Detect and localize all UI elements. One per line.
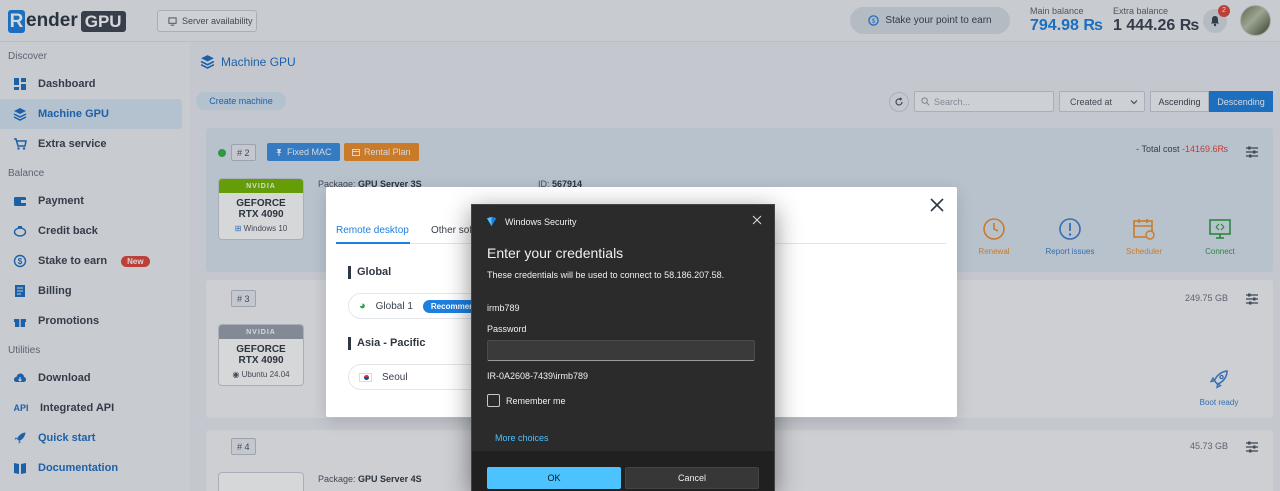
ok-button[interactable]: OK bbox=[487, 467, 621, 489]
tab-other-software[interactable]: Other sof bbox=[431, 225, 472, 236]
korea-flag-icon bbox=[359, 372, 372, 382]
remember-me-label: Remember me bbox=[506, 395, 566, 406]
windows-security-dialog: Windows Security Enter your credentials … bbox=[471, 204, 775, 491]
dialog-subtitle: These credentials will be used to connec… bbox=[487, 270, 725, 280]
dialog-titlebar: Windows Security bbox=[486, 216, 577, 227]
password-label: Password bbox=[487, 324, 527, 334]
dialog-title: Windows Security bbox=[505, 216, 577, 227]
region-global-title: Global bbox=[348, 266, 391, 279]
tab-remote-desktop[interactable]: Remote desktop bbox=[336, 225, 409, 236]
server-name: Global 1 bbox=[375, 300, 413, 312]
password-input[interactable] bbox=[487, 340, 755, 361]
domain-user-text: IR-0A2608-7439\irmb789 bbox=[487, 371, 589, 381]
cancel-button[interactable]: Cancel bbox=[625, 467, 759, 489]
more-choices-link[interactable]: More choices bbox=[495, 433, 549, 443]
dialog-footer: OK Cancel bbox=[472, 451, 774, 491]
server-name: Seoul bbox=[382, 371, 408, 383]
close-icon[interactable] bbox=[752, 215, 762, 225]
globe-icon: ◕ bbox=[359, 300, 366, 312]
username-text: irmb789 bbox=[487, 303, 520, 313]
remember-me-checkbox[interactable] bbox=[487, 394, 500, 407]
shield-icon bbox=[486, 216, 497, 227]
region-asia-title: Asia - Pacific bbox=[348, 337, 425, 350]
tab-underline bbox=[336, 242, 410, 244]
dialog-heading: Enter your credentials bbox=[487, 245, 624, 261]
remember-me-row[interactable]: Remember me bbox=[487, 394, 566, 407]
close-icon[interactable] bbox=[929, 197, 945, 213]
